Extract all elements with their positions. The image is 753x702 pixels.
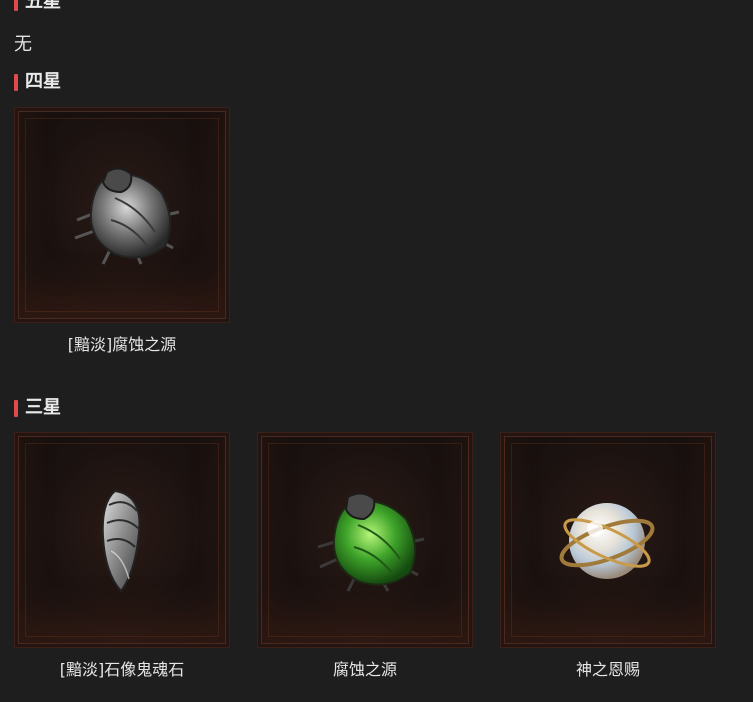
item-name: 神之恩赐 bbox=[575, 660, 640, 679]
item-card[interactable]: [黯淡]腐蚀之源 bbox=[14, 107, 230, 355]
corrosion-source-icon bbox=[317, 492, 425, 592]
item-card[interactable]: 腐蚀之源 bbox=[257, 432, 473, 680]
item-frame[interactable] bbox=[14, 432, 230, 648]
dim-gargoyle-soulstone-icon bbox=[101, 489, 141, 593]
gods-gift-orb-icon bbox=[559, 503, 655, 579]
section-title-four-star: 四星 bbox=[14, 71, 61, 93]
item-frame[interactable] bbox=[14, 107, 230, 323]
item-name: [黯淡]石像鬼魂石 bbox=[59, 660, 185, 679]
item-card[interactable]: [黯淡]石像鬼魂石 bbox=[14, 432, 230, 680]
item-frame[interactable] bbox=[257, 432, 473, 648]
item-name: [黯淡]腐蚀之源 bbox=[67, 335, 177, 354]
item-frame[interactable] bbox=[500, 432, 716, 648]
section-title-five-star: 五星 bbox=[14, 0, 61, 13]
item-name: 腐蚀之源 bbox=[332, 660, 397, 679]
section-title-three-star: 三星 bbox=[14, 397, 61, 419]
item-card[interactable]: 神之恩赐 bbox=[500, 432, 716, 680]
five-star-empty-text: 无 bbox=[14, 34, 32, 55]
dim-corrosion-source-icon bbox=[74, 167, 180, 265]
